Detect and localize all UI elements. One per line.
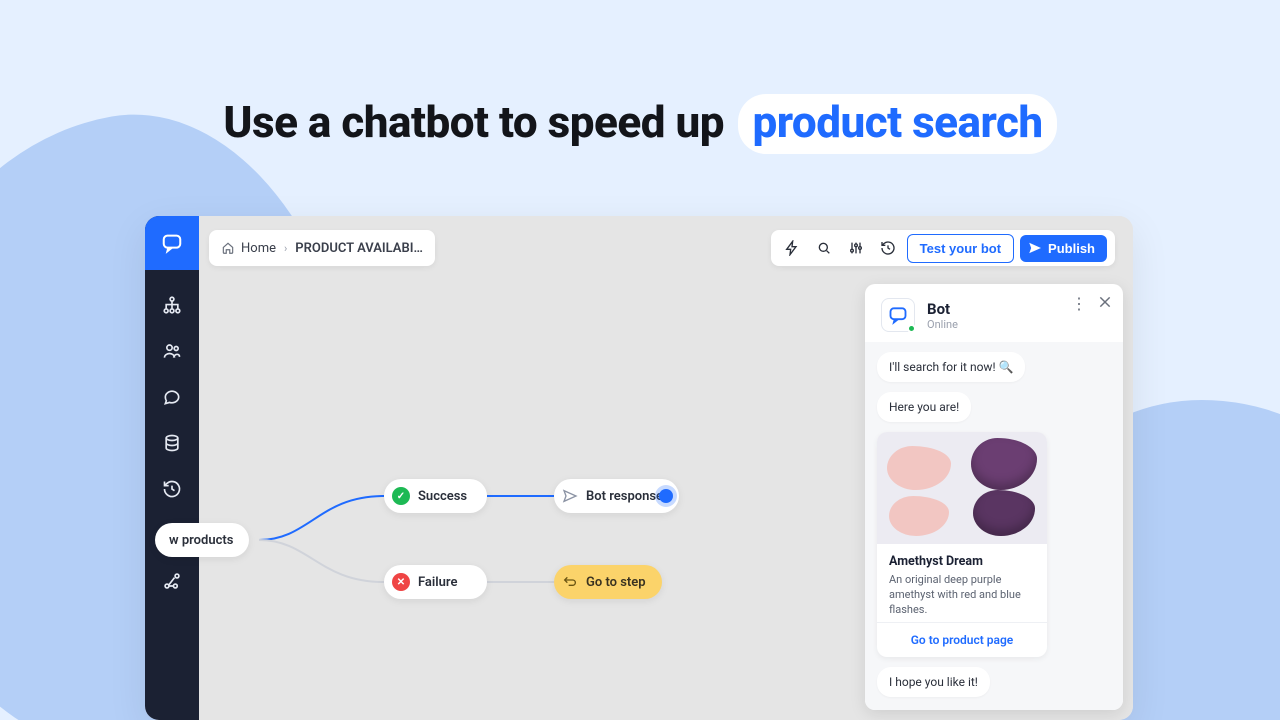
flow-node-go-to-step[interactable]: Go to step (554, 565, 662, 599)
history-icon (162, 479, 182, 499)
chat-bot-status: Online (927, 318, 958, 331)
chat-icon (888, 305, 908, 325)
test-bot-button[interactable]: Test your bot (907, 234, 1014, 263)
chat-message: I hope you like it! (877, 667, 990, 697)
product-cta-button[interactable]: Go to product page (877, 622, 1047, 657)
breadcrumb-home[interactable]: Home (241, 241, 276, 256)
app-logo[interactable] (145, 216, 199, 270)
database-icon (162, 433, 182, 453)
home-icon (221, 241, 235, 255)
product-description: An original deep purple amethyst with re… (889, 573, 1035, 618)
x-icon: ✕ (392, 573, 410, 591)
send-icon (1028, 241, 1042, 255)
chat-header: Bot Online ⋮ (865, 284, 1123, 342)
search-button[interactable] (811, 235, 837, 261)
chat-icon (161, 232, 183, 254)
send-icon (562, 488, 578, 504)
return-icon (562, 574, 578, 590)
clock-back-icon (880, 240, 896, 256)
sitemap-icon (162, 295, 182, 315)
publish-label: Publish (1048, 241, 1095, 256)
chat-preview-panel: Bot Online ⋮ I'll search for it now! 🔍 H… (865, 284, 1123, 710)
bolt-button[interactable] (779, 235, 805, 261)
chat-menu-button[interactable]: ⋮ (1071, 294, 1087, 314)
flow-node-success-label: Success (418, 489, 467, 504)
sidebar-item-history[interactable] (145, 466, 199, 512)
app-frame: Home › PRODUCT AVAILABI… Test your bot P… (145, 216, 1133, 720)
settings-button[interactable] (843, 235, 869, 261)
editor-toolbar: Test your bot Publish (771, 230, 1115, 266)
publish-button[interactable]: Publish (1020, 235, 1107, 262)
page-headline: Use a chatbot to speed up product search (0, 94, 1280, 154)
breadcrumb-current[interactable]: PRODUCT AVAILABI… (295, 241, 423, 256)
breadcrumb: Home › PRODUCT AVAILABI… (209, 230, 435, 266)
flow-canvas[interactable]: Home › PRODUCT AVAILABI… Test your bot P… (199, 216, 1133, 720)
product-image (877, 432, 1047, 544)
search-icon (816, 240, 832, 256)
product-card[interactable]: Amethyst Dream An original deep purple a… (877, 432, 1047, 657)
sidebar-item-flows[interactable] (145, 282, 199, 328)
flow-node-failure-label: Failure (418, 575, 457, 590)
check-icon: ✓ (392, 487, 410, 505)
chat-bot-name: Bot (927, 300, 958, 318)
chat-message: Here you are! (877, 392, 971, 422)
sidebar-item-users[interactable] (145, 328, 199, 374)
chat-bubble-icon (162, 387, 182, 407)
users-icon (162, 341, 182, 361)
flow-node-go-to-step-label: Go to step (586, 575, 646, 590)
sidebar-item-data[interactable] (145, 420, 199, 466)
flow-node-root[interactable]: w products (155, 523, 249, 557)
sidebar-item-integrations[interactable] (145, 558, 199, 604)
chat-message: I'll search for it now! 🔍 (877, 352, 1025, 382)
flow-node-root-label: w products (169, 533, 233, 548)
bot-avatar (881, 298, 915, 332)
close-icon (1097, 294, 1113, 310)
chat-close-button[interactable] (1097, 294, 1113, 314)
sidebar (145, 216, 199, 720)
chat-body: I'll search for it now! 🔍 Here you are! … (865, 342, 1123, 710)
flow-node-failure[interactable]: ✕ Failure (384, 565, 487, 599)
product-title: Amethyst Dream (889, 554, 1035, 569)
flow-node-success[interactable]: ✓ Success (384, 479, 487, 513)
headline-prefix: Use a chatbot to speed up (223, 96, 724, 148)
flow-active-pulse (659, 489, 673, 503)
headline-highlight: product search (738, 94, 1056, 154)
bolt-icon (784, 240, 800, 256)
nodes-icon (162, 571, 182, 591)
sidebar-item-training[interactable] (145, 374, 199, 420)
chevron-icon: › (284, 242, 287, 255)
sliders-icon (848, 240, 864, 256)
flow-node-bot-response-label: Bot response (586, 489, 663, 504)
history-button[interactable] (875, 235, 901, 261)
online-indicator (907, 324, 916, 333)
